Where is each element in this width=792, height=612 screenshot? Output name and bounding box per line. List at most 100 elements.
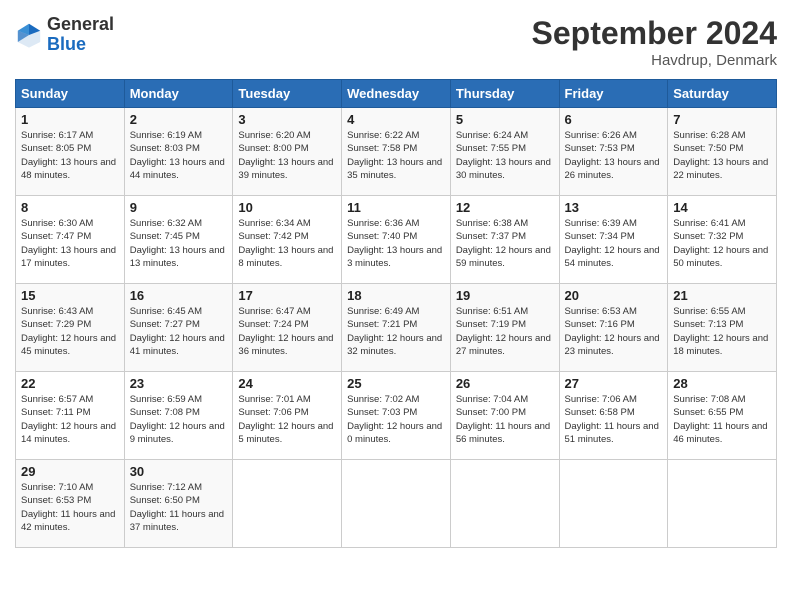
calendar-cell: 24 Sunrise: 7:01 AMSunset: 7:06 PMDaylig… [233, 372, 342, 460]
calendar-cell [342, 460, 451, 548]
calendar-cell: 12 Sunrise: 6:38 AMSunset: 7:37 PMDaylig… [450, 196, 559, 284]
header-day-friday: Friday [559, 80, 668, 108]
header-day-saturday: Saturday [668, 80, 777, 108]
day-number: 3 [238, 112, 336, 127]
calendar-week-row: 29 Sunrise: 7:10 AMSunset: 6:53 PMDaylig… [16, 460, 777, 548]
cell-details: Sunrise: 6:36 AMSunset: 7:40 PMDaylight:… [347, 218, 442, 269]
day-number: 8 [21, 200, 119, 215]
calendar-week-row: 22 Sunrise: 6:57 AMSunset: 7:11 PMDaylig… [16, 372, 777, 460]
cell-details: Sunrise: 6:47 AMSunset: 7:24 PMDaylight:… [238, 306, 333, 357]
calendar-cell: 11 Sunrise: 6:36 AMSunset: 7:40 PMDaylig… [342, 196, 451, 284]
logo-text: General Blue [47, 15, 114, 55]
cell-details: Sunrise: 6:39 AMSunset: 7:34 PMDaylight:… [565, 218, 660, 269]
calendar-cell: 21 Sunrise: 6:55 AMSunset: 7:13 PMDaylig… [668, 284, 777, 372]
cell-details: Sunrise: 6:19 AMSunset: 8:03 PMDaylight:… [130, 130, 225, 181]
day-number: 17 [238, 288, 336, 303]
calendar-cell [559, 460, 668, 548]
page-header: General Blue September 2024 Havdrup, Den… [15, 15, 777, 69]
cell-details: Sunrise: 6:59 AMSunset: 7:08 PMDaylight:… [130, 394, 225, 445]
day-number: 11 [347, 200, 445, 215]
day-number: 15 [21, 288, 119, 303]
day-number: 16 [130, 288, 228, 303]
day-number: 28 [673, 376, 771, 391]
logo: General Blue [15, 15, 114, 55]
day-number: 6 [565, 112, 663, 127]
calendar-cell: 15 Sunrise: 6:43 AMSunset: 7:29 PMDaylig… [16, 284, 125, 372]
calendar-cell: 27 Sunrise: 7:06 AMSunset: 6:58 PMDaylig… [559, 372, 668, 460]
day-number: 21 [673, 288, 771, 303]
calendar-cell: 17 Sunrise: 6:47 AMSunset: 7:24 PMDaylig… [233, 284, 342, 372]
day-number: 19 [456, 288, 554, 303]
calendar-cell: 28 Sunrise: 7:08 AMSunset: 6:55 PMDaylig… [668, 372, 777, 460]
day-number: 27 [565, 376, 663, 391]
cell-details: Sunrise: 6:24 AMSunset: 7:55 PMDaylight:… [456, 130, 551, 181]
calendar-cell: 25 Sunrise: 7:02 AMSunset: 7:03 PMDaylig… [342, 372, 451, 460]
cell-details: Sunrise: 7:08 AMSunset: 6:55 PMDaylight:… [673, 394, 767, 445]
calendar-cell: 4 Sunrise: 6:22 AMSunset: 7:58 PMDayligh… [342, 108, 451, 196]
calendar-body: 1 Sunrise: 6:17 AMSunset: 8:05 PMDayligh… [16, 108, 777, 548]
calendar-cell: 14 Sunrise: 6:41 AMSunset: 7:32 PMDaylig… [668, 196, 777, 284]
day-number: 9 [130, 200, 228, 215]
cell-details: Sunrise: 6:20 AMSunset: 8:00 PMDaylight:… [238, 130, 333, 181]
cell-details: Sunrise: 6:55 AMSunset: 7:13 PMDaylight:… [673, 306, 768, 357]
month-title: September 2024 [532, 15, 777, 52]
calendar-cell: 26 Sunrise: 7:04 AMSunset: 7:00 PMDaylig… [450, 372, 559, 460]
day-number: 10 [238, 200, 336, 215]
calendar-cell [233, 460, 342, 548]
calendar-cell: 29 Sunrise: 7:10 AMSunset: 6:53 PMDaylig… [16, 460, 125, 548]
calendar-week-row: 8 Sunrise: 6:30 AMSunset: 7:47 PMDayligh… [16, 196, 777, 284]
calendar-cell: 13 Sunrise: 6:39 AMSunset: 7:34 PMDaylig… [559, 196, 668, 284]
cell-details: Sunrise: 7:06 AMSunset: 6:58 PMDaylight:… [565, 394, 659, 445]
cell-details: Sunrise: 6:32 AMSunset: 7:45 PMDaylight:… [130, 218, 225, 269]
header-day-sunday: Sunday [16, 80, 125, 108]
calendar-week-row: 1 Sunrise: 6:17 AMSunset: 8:05 PMDayligh… [16, 108, 777, 196]
calendar-cell: 30 Sunrise: 7:12 AMSunset: 6:50 PMDaylig… [124, 460, 233, 548]
calendar-cell: 3 Sunrise: 6:20 AMSunset: 8:00 PMDayligh… [233, 108, 342, 196]
calendar-cell: 22 Sunrise: 6:57 AMSunset: 7:11 PMDaylig… [16, 372, 125, 460]
day-number: 1 [21, 112, 119, 127]
logo-icon [15, 21, 43, 49]
cell-details: Sunrise: 7:02 AMSunset: 7:03 PMDaylight:… [347, 394, 442, 445]
day-number: 14 [673, 200, 771, 215]
cell-details: Sunrise: 7:12 AMSunset: 6:50 PMDaylight:… [130, 482, 224, 533]
day-number: 29 [21, 464, 119, 479]
cell-details: Sunrise: 6:30 AMSunset: 7:47 PMDaylight:… [21, 218, 116, 269]
calendar-cell: 16 Sunrise: 6:45 AMSunset: 7:27 PMDaylig… [124, 284, 233, 372]
location: Havdrup, Denmark [532, 52, 777, 69]
day-number: 12 [456, 200, 554, 215]
cell-details: Sunrise: 7:10 AMSunset: 6:53 PMDaylight:… [21, 482, 115, 533]
calendar-cell: 18 Sunrise: 6:49 AMSunset: 7:21 PMDaylig… [342, 284, 451, 372]
cell-details: Sunrise: 7:01 AMSunset: 7:06 PMDaylight:… [238, 394, 333, 445]
day-number: 26 [456, 376, 554, 391]
calendar-cell: 5 Sunrise: 6:24 AMSunset: 7:55 PMDayligh… [450, 108, 559, 196]
header-day-thursday: Thursday [450, 80, 559, 108]
calendar-cell: 19 Sunrise: 6:51 AMSunset: 7:19 PMDaylig… [450, 284, 559, 372]
cell-details: Sunrise: 7:04 AMSunset: 7:00 PMDaylight:… [456, 394, 550, 445]
calendar-cell: 8 Sunrise: 6:30 AMSunset: 7:47 PMDayligh… [16, 196, 125, 284]
day-number: 4 [347, 112, 445, 127]
day-number: 25 [347, 376, 445, 391]
cell-details: Sunrise: 6:41 AMSunset: 7:32 PMDaylight:… [673, 218, 768, 269]
header-day-tuesday: Tuesday [233, 80, 342, 108]
calendar-cell: 9 Sunrise: 6:32 AMSunset: 7:45 PMDayligh… [124, 196, 233, 284]
day-number: 20 [565, 288, 663, 303]
cell-details: Sunrise: 6:51 AMSunset: 7:19 PMDaylight:… [456, 306, 551, 357]
header-day-wednesday: Wednesday [342, 80, 451, 108]
day-number: 24 [238, 376, 336, 391]
day-number: 2 [130, 112, 228, 127]
day-number: 13 [565, 200, 663, 215]
calendar-table: SundayMondayTuesdayWednesdayThursdayFrid… [15, 79, 777, 548]
calendar-cell: 23 Sunrise: 6:59 AMSunset: 7:08 PMDaylig… [124, 372, 233, 460]
day-number: 7 [673, 112, 771, 127]
day-number: 5 [456, 112, 554, 127]
cell-details: Sunrise: 6:34 AMSunset: 7:42 PMDaylight:… [238, 218, 333, 269]
calendar-cell: 2 Sunrise: 6:19 AMSunset: 8:03 PMDayligh… [124, 108, 233, 196]
day-number: 18 [347, 288, 445, 303]
calendar-week-row: 15 Sunrise: 6:43 AMSunset: 7:29 PMDaylig… [16, 284, 777, 372]
calendar-cell: 6 Sunrise: 6:26 AMSunset: 7:53 PMDayligh… [559, 108, 668, 196]
calendar-cell: 10 Sunrise: 6:34 AMSunset: 7:42 PMDaylig… [233, 196, 342, 284]
cell-details: Sunrise: 6:22 AMSunset: 7:58 PMDaylight:… [347, 130, 442, 181]
day-number: 30 [130, 464, 228, 479]
title-block: September 2024 Havdrup, Denmark [532, 15, 777, 69]
cell-details: Sunrise: 6:28 AMSunset: 7:50 PMDaylight:… [673, 130, 768, 181]
